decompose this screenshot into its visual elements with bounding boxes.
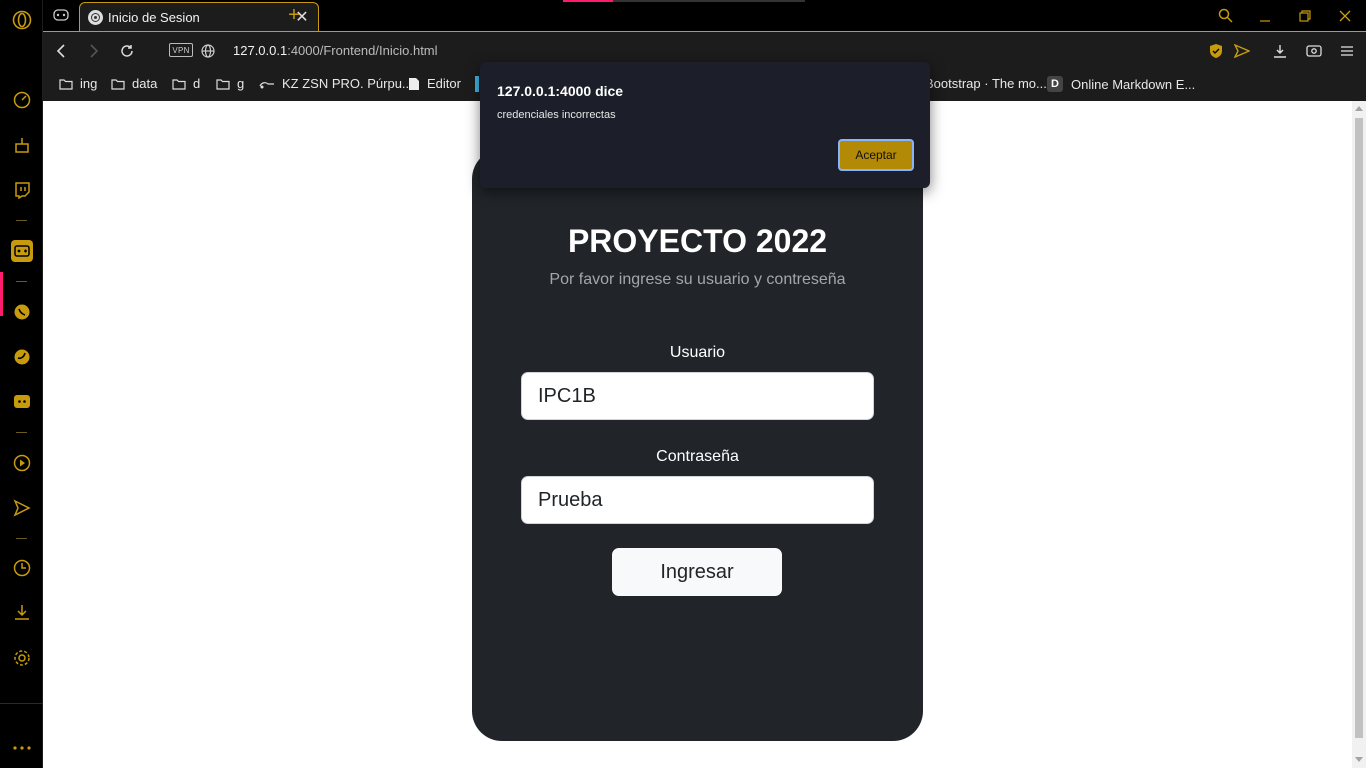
download-icon[interactable] bbox=[1270, 41, 1290, 61]
back-icon[interactable] bbox=[50, 40, 72, 62]
twitter-icon[interactable] bbox=[0, 342, 43, 372]
shield-icon[interactable] bbox=[1206, 41, 1226, 61]
restore-icon[interactable] bbox=[1285, 0, 1325, 31]
minimize-icon[interactable] bbox=[1245, 0, 1285, 31]
bookmark-label: d bbox=[193, 76, 201, 91]
new-tab-icon[interactable]: + bbox=[283, 4, 305, 27]
scroll-down-icon[interactable] bbox=[1355, 757, 1363, 762]
downloads-icon[interactable] bbox=[0, 597, 43, 627]
url-host: 127.0.0.1 bbox=[233, 43, 288, 58]
send-icon[interactable] bbox=[0, 493, 43, 523]
folder-icon bbox=[59, 78, 73, 90]
bookmark-label: Editor bbox=[427, 76, 461, 91]
d-icon: D bbox=[1047, 76, 1063, 92]
earphones-icon bbox=[259, 81, 274, 88]
page-title: PROYECTO 2022 bbox=[567, 223, 828, 259]
folder-icon bbox=[111, 78, 125, 90]
send-icon[interactable] bbox=[1232, 41, 1252, 61]
close-window-icon[interactable] bbox=[1325, 0, 1365, 31]
settings-icon[interactable] bbox=[0, 643, 43, 673]
url-field[interactable]: 127.0.0.1:4000/Frontend/Inicio.html bbox=[233, 43, 438, 58]
scroll-up-icon[interactable] bbox=[1355, 106, 1363, 111]
page-viewport: PROYECTO 2022 Por favor ingrese su usuar… bbox=[43, 101, 1352, 768]
login-button[interactable]: Ingresar bbox=[612, 548, 782, 596]
user-label: Usuario bbox=[669, 344, 726, 361]
dialog-ok-button[interactable]: Aceptar bbox=[838, 139, 914, 171]
whatsapp-icon[interactable] bbox=[0, 297, 43, 327]
password-input[interactable] bbox=[521, 476, 874, 524]
menu-icon[interactable] bbox=[1337, 41, 1357, 61]
bookmark-link[interactable]: D Online Markdown E... bbox=[1047, 76, 1195, 92]
twitch-icon[interactable] bbox=[0, 175, 43, 205]
gx-control-icon[interactable] bbox=[0, 236, 43, 266]
broadcast-icon bbox=[88, 9, 103, 25]
bookmark-favicon bbox=[475, 76, 479, 92]
folder-icon bbox=[172, 78, 186, 90]
battery-placeholder bbox=[1304, 41, 1324, 61]
folder-icon bbox=[216, 78, 230, 90]
sidebar-divider bbox=[16, 432, 27, 433]
bookmark-link[interactable]: Bootstrap · The mo... bbox=[925, 76, 1047, 91]
sidebar-divider bbox=[16, 281, 27, 282]
bookmark-label: ing bbox=[80, 76, 98, 91]
history-icon[interactable] bbox=[0, 553, 43, 583]
search-tabs-icon[interactable] bbox=[1205, 0, 1245, 31]
bookmark-folder[interactable]: g bbox=[216, 76, 244, 91]
page-subtitle: Por favor ingrese su usuario y contreseñ… bbox=[549, 271, 846, 288]
login-card: PROYECTO 2022 Por favor ingrese su usuar… bbox=[472, 149, 923, 741]
tab-strip: Inicio de Sesion ✕ + bbox=[43, 0, 1366, 31]
bookmark-label: g bbox=[237, 76, 245, 91]
discord-icon[interactable] bbox=[0, 387, 43, 417]
player-icon[interactable] bbox=[0, 448, 43, 478]
sidebar-divider bbox=[0, 703, 43, 704]
globe-icon[interactable] bbox=[197, 40, 219, 62]
bookmark-label: data bbox=[132, 76, 158, 91]
bookmark-link[interactable]: KZ ZSN PRO. Púrpu... bbox=[259, 76, 413, 91]
bookmark-folder[interactable]: data bbox=[111, 76, 157, 91]
bookmark-label: Online Markdown E... bbox=[1071, 76, 1196, 92]
vpn-badge[interactable]: VPN bbox=[169, 43, 193, 57]
scrollbar[interactable] bbox=[1352, 101, 1366, 768]
scroll-thumb[interactable] bbox=[1355, 118, 1363, 738]
tab-title: Inicio de Sesion bbox=[108, 9, 200, 25]
more-icon[interactable] bbox=[0, 733, 43, 763]
dialog-message: credenciales incorrectas bbox=[497, 109, 616, 121]
file-icon bbox=[409, 77, 419, 90]
bookmark-link[interactable]: Editor bbox=[408, 76, 461, 91]
forward-icon[interactable] bbox=[83, 40, 105, 62]
bookmark-label: Bootstrap · The mo... bbox=[925, 76, 1047, 91]
dialog-title: 127.0.0.1:4000 dice bbox=[497, 83, 624, 99]
tab-indicator bbox=[613, 0, 805, 2]
reload-icon[interactable] bbox=[116, 40, 138, 62]
bookmark-label: KZ ZSN PRO. Púrpu... bbox=[282, 76, 413, 91]
speed-dial-icon[interactable] bbox=[0, 85, 43, 115]
opera-logo-icon[interactable] bbox=[0, 5, 43, 35]
sidebar-divider bbox=[16, 220, 27, 221]
alert-dialog: 127.0.0.1:4000 dice credenciales incorre… bbox=[480, 62, 930, 188]
sidebar-divider bbox=[16, 538, 27, 539]
url-path: :4000/Frontend/Inicio.html bbox=[287, 43, 438, 58]
user-input[interactable] bbox=[521, 372, 874, 420]
bookmark-folder[interactable]: ing bbox=[59, 76, 97, 91]
gamepad-icon[interactable] bbox=[46, 4, 76, 26]
bookmark-folder[interactable]: d bbox=[172, 76, 200, 91]
browser-sidebar bbox=[0, 0, 43, 768]
tab-indicator bbox=[563, 0, 613, 2]
password-label: Contraseña bbox=[656, 448, 739, 465]
cleaner-icon[interactable] bbox=[0, 130, 43, 160]
